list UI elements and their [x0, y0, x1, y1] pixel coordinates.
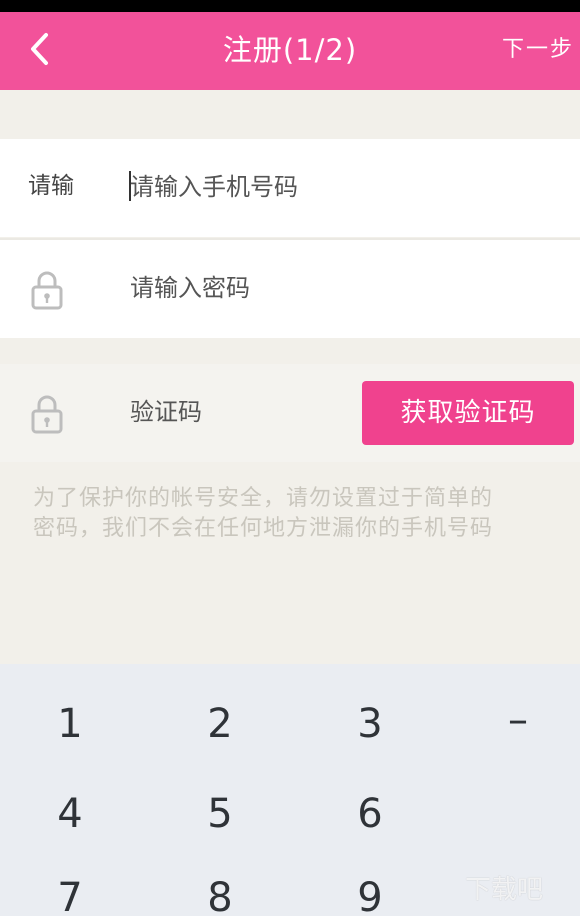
hint-line: 密码，我们不会在任何地方泄漏你的手机号码: [33, 516, 494, 541]
key-3[interactable]: 3: [310, 694, 430, 754]
lock-icon: [31, 271, 63, 310]
verification-code-input[interactable]: 验证码: [130, 394, 330, 430]
security-hint: 为了保护你的帐号安全，请勿设置过于简单的 密码，我们不会在任何地方泄漏你的手机号…: [33, 484, 573, 544]
key-4[interactable]: 4: [10, 784, 130, 844]
verification-row: 验证码 获取验证码: [0, 364, 580, 462]
key-8[interactable]: 8: [160, 868, 280, 916]
password-row: 请输入密码: [0, 240, 580, 338]
app-header: 注册(1/2) 下一步: [0, 12, 580, 90]
key-2[interactable]: 2: [160, 694, 280, 754]
key-6[interactable]: 6: [310, 784, 430, 844]
numeric-keypad: 1 2 3 – 4 5 6 7 8 9 下载吧: [0, 664, 580, 916]
key-7[interactable]: 7: [10, 868, 130, 916]
phone-label: 请输: [28, 173, 74, 199]
top-spacer: [0, 90, 580, 138]
site-watermark: 下载吧: [464, 875, 543, 905]
password-input[interactable]: 请输入密码: [130, 270, 470, 306]
key-5[interactable]: 5: [160, 784, 280, 844]
phone-input[interactable]: 请输入手机号码: [130, 169, 470, 205]
key-1[interactable]: 1: [10, 694, 130, 754]
lock-icon: [31, 395, 63, 434]
get-code-button[interactable]: 获取验证码: [362, 381, 574, 445]
next-step-button[interactable]: 下一步: [502, 35, 574, 65]
key-9[interactable]: 9: [310, 868, 430, 916]
status-bar: [0, 0, 580, 12]
key-minus[interactable]: –: [458, 690, 578, 750]
hint-line: 为了保护你的帐号安全，请勿设置过于简单的: [33, 486, 494, 511]
page-title: 注册(1/2): [222, 33, 358, 67]
phone-row: 请输 请输入手机号码: [0, 139, 580, 237]
